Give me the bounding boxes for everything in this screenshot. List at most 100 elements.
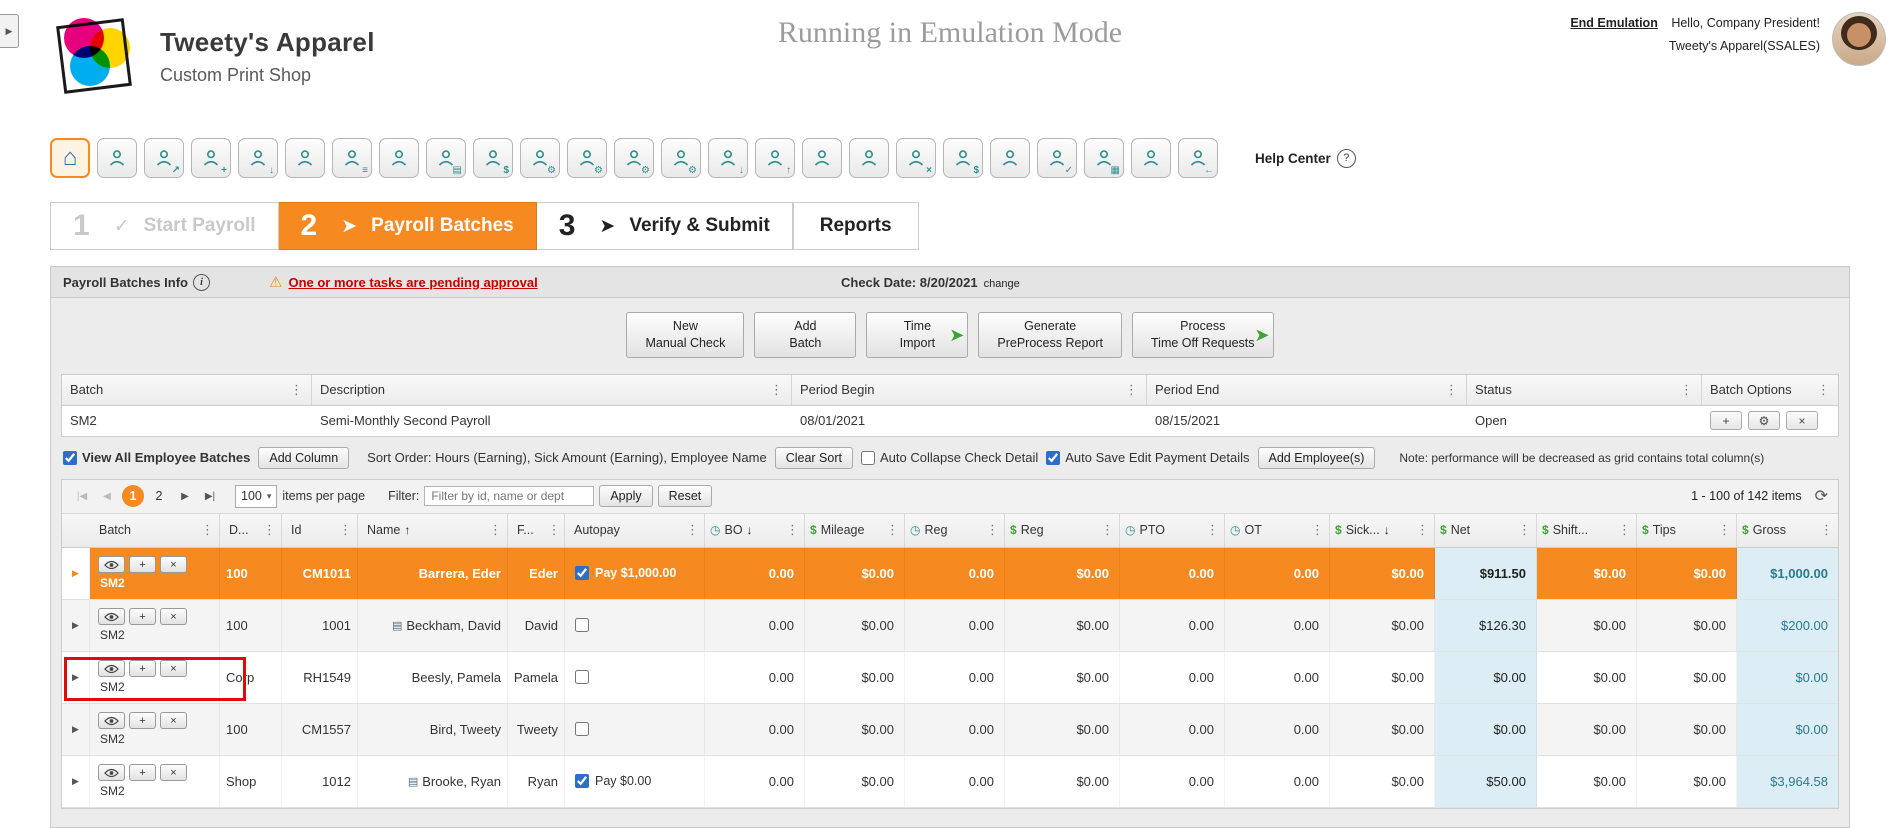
help-icon[interactable]: ? [1336,148,1356,168]
reg-hours-cell[interactable]: 0.00 [905,703,1005,755]
delete-payment-button[interactable]: × [160,556,187,574]
bo-hours-cell[interactable]: 0.00 [705,703,805,755]
employee-audit-icon[interactable] [849,138,889,178]
approvals-icon[interactable]: ✓ [1037,138,1077,178]
terminated-employees-icon[interactable]: × [896,138,936,178]
shift-amount-cell[interactable]: $0.00 [1537,651,1637,703]
applicant-tracking-icon[interactable]: ↓ [238,138,278,178]
kebab-menu-icon[interactable]: ⋮ [1119,382,1138,398]
kebab-menu-icon[interactable]: ⋮ [1811,382,1830,398]
kebab-menu-icon[interactable]: ⋮ [1305,522,1324,538]
column-header[interactable]: D... ⋮ [220,513,282,547]
employee-list-icon[interactable]: ≡ [332,138,372,178]
sick-amount-cell[interactable]: $0.00 [1330,651,1435,703]
kebab-menu-icon[interactable]: ⋮ [483,522,502,538]
sign-out-icon[interactable]: ← [1178,138,1218,178]
column-header[interactable]: Tips ⋮ [1637,513,1737,547]
ot-hours-cell[interactable]: 0.00 [1225,547,1330,599]
org-structure-icon[interactable] [990,138,1030,178]
bo-hours-cell[interactable]: 0.00 [705,755,805,807]
kebab-menu-icon[interactable]: ⋮ [284,382,303,398]
column-header[interactable]: OT ⋮ [1225,513,1330,547]
batch-add-button[interactable]: + [1710,411,1742,431]
step-3-verify-submit-tab[interactable]: 3 ➤ Verify & Submit [536,202,793,250]
kebab-menu-icon[interactable]: ⋮ [1439,382,1458,398]
view-payment-button[interactable] [98,764,125,782]
tips-amount-cell[interactable]: $0.00 [1637,755,1737,807]
employee-name-cell[interactable]: ▤ Beckham, David [358,599,508,651]
sick-amount-cell[interactable]: $0.00 [1330,755,1435,807]
kebab-menu-icon[interactable]: ⋮ [980,522,999,538]
column-header[interactable]: Sick... ↓ ⋮ [1330,513,1435,547]
step-1-start-payroll-tab[interactable]: 1 ✓ Start Payroll [50,202,279,250]
sick-amount-cell[interactable]: $0.00 [1330,547,1435,599]
reg-hours-cell[interactable]: 0.00 [905,547,1005,599]
page-number-button[interactable]: 2 [148,485,170,507]
bo-hours-cell[interactable]: 0.00 [705,547,805,599]
view-all-employee-batches-checkbox[interactable]: View All Employee Batches [63,450,250,465]
auto-collapse-checkbox-input[interactable] [860,450,875,465]
mileage-amount-cell[interactable]: $0.00 [805,651,905,703]
column-header[interactable]: Name ↑ ⋮ [358,513,508,547]
kebab-menu-icon[interactable]: ⋮ [333,522,352,538]
auto-save-checkbox[interactable]: Auto Save Edit Payment Details [1046,450,1250,465]
reg-hours-cell[interactable]: 0.00 [905,755,1005,807]
user-avatar[interactable] [1832,12,1886,66]
batch-column-header[interactable]: Period End ⋮ [1147,374,1467,405]
employee-name-cell[interactable]: Beesly, Pamela [358,651,508,703]
employee-name-cell[interactable]: Barrera, Eder [358,547,508,599]
autopay-checkbox[interactable] [575,566,589,581]
import-icon[interactable]: ↓ [708,138,748,178]
mileage-amount-cell[interactable]: $0.00 [805,703,905,755]
reg-amount-cell[interactable]: $0.00 [1005,651,1120,703]
reg-amount-cell[interactable]: $0.00 [1005,547,1120,599]
column-header[interactable]: Shift... ⋮ [1537,513,1637,547]
help-center-link[interactable]: Help Center ? [1255,148,1356,168]
mileage-amount-cell[interactable]: $0.00 [805,755,905,807]
add-batch-button[interactable]: Add Batch [754,312,857,358]
reset-filter-button[interactable]: Reset [657,485,713,508]
column-header[interactable]: Net ⋮ [1435,513,1537,547]
view-payment-button[interactable] [98,660,125,678]
delete-payment-button[interactable]: × [160,712,187,730]
pto-hours-cell[interactable]: 0.00 [1120,651,1225,703]
auto-save-checkbox-input[interactable] [1046,450,1061,465]
kebab-menu-icon[interactable]: ⋮ [257,522,276,538]
payroll-settings-icon[interactable]: ⚙ [567,138,607,178]
forms-icon[interactable]: ▤ [426,138,466,178]
batch-column-header[interactable]: Batch ⋮ [62,374,312,405]
batch-settings-button[interactable]: ⚙ [1748,411,1780,431]
sick-amount-cell[interactable]: $0.00 [1330,599,1435,651]
kebab-menu-icon[interactable]: ⋮ [1712,522,1731,538]
kebab-menu-icon[interactable]: ⋮ [1814,522,1833,538]
expand-row-arrow[interactable]: ▶ [62,599,90,651]
kebab-menu-icon[interactable]: ⋮ [1410,522,1429,538]
column-header[interactable]: Batch ⋮ [90,513,220,547]
expand-row-arrow[interactable]: ▶ [62,651,90,703]
pto-hours-cell[interactable]: 0.00 [1120,599,1225,651]
shift-amount-cell[interactable]: $0.00 [1537,599,1637,651]
column-header[interactable]: Reg ⋮ [905,513,1005,547]
tips-amount-cell[interactable]: $0.00 [1637,703,1737,755]
kebab-menu-icon[interactable]: ⋮ [1095,522,1114,538]
ot-hours-cell[interactable]: 0.00 [1225,703,1330,755]
pager-prev-button[interactable]: ◀ [97,486,117,506]
ot-hours-cell[interactable]: 0.00 [1225,651,1330,703]
auto-collapse-checkbox[interactable]: Auto Collapse Check Detail [860,450,1038,465]
integrations-icon[interactable]: ⚙ [661,138,701,178]
column-header[interactable]: F... ⋮ [508,513,565,547]
pager-first-button[interactable]: |◀ [72,486,92,506]
autopay-checkbox[interactable] [575,774,589,789]
add-payment-button[interactable]: + [129,764,156,782]
mileage-amount-cell[interactable]: $0.00 [805,547,905,599]
column-header[interactable]: Reg ⋮ [1005,513,1120,547]
scheduling-icon[interactable]: ⚙ [614,138,654,178]
column-header[interactable]: Gross ⋮ [1737,514,1838,547]
autopay-checkbox[interactable] [575,722,589,737]
shift-amount-cell[interactable]: $0.00 [1537,755,1637,807]
kebab-menu-icon[interactable]: ⋮ [1612,522,1631,538]
autopay-checkbox[interactable] [575,670,589,685]
add-employees-button[interactable]: Add Employee(s) [1257,446,1376,469]
batch-column-header[interactable]: Description ⋮ [312,374,792,405]
reg-amount-cell[interactable]: $0.00 [1005,703,1120,755]
